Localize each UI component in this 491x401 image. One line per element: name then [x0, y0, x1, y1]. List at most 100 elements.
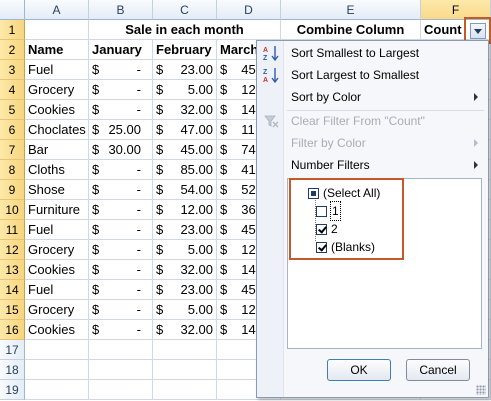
menu-filter-by-color[interactable]: Filter by Color: [257, 132, 488, 154]
list-item-value-1[interactable]: 1: [316, 201, 341, 221]
cell-february-header[interactable]: February: [153, 40, 217, 60]
cell-name[interactable]: Grocery: [25, 240, 89, 260]
cell-name[interactable]: Choclates: [25, 120, 89, 140]
cell-february[interactable]: $32.00: [153, 260, 217, 280]
cell-february[interactable]: $12.00: [153, 200, 217, 220]
cell-empty[interactable]: [89, 380, 153, 400]
row-header-17[interactable]: 17: [0, 340, 25, 360]
column-header-f[interactable]: F: [421, 0, 491, 20]
row-header-9[interactable]: 9: [0, 180, 25, 200]
cell-name[interactable]: Fuel: [25, 280, 89, 300]
cell-january[interactable]: $ -: [89, 260, 153, 280]
cell-name[interactable]: Fuel: [25, 60, 89, 80]
cell-a1[interactable]: [25, 20, 89, 40]
cell-february[interactable]: $32.00: [153, 320, 217, 340]
cell-february[interactable]: $23.00: [153, 280, 217, 300]
cell-january[interactable]: $ -: [89, 320, 153, 340]
row-header-2[interactable]: 2: [0, 40, 25, 60]
column-header-a[interactable]: A: [25, 0, 89, 20]
row-header-10[interactable]: 10: [0, 200, 25, 220]
cell-name[interactable]: Shose: [25, 180, 89, 200]
row-header-3[interactable]: 3: [0, 60, 25, 80]
row-header-1[interactable]: 1: [0, 20, 25, 40]
cell-name[interactable]: Furniture: [25, 200, 89, 220]
row-header-6[interactable]: 6: [0, 120, 25, 140]
cell-empty[interactable]: [153, 380, 217, 400]
cell-february[interactable]: $45.00: [153, 140, 217, 160]
list-item-value-2[interactable]: 2: [316, 220, 338, 238]
cell-empty[interactable]: [89, 340, 153, 360]
row-header-16[interactable]: 16: [0, 320, 25, 340]
cell-january[interactable]: $ -: [89, 100, 153, 120]
cell-empty[interactable]: [25, 340, 89, 360]
cell-january[interactable]: $ -: [89, 240, 153, 260]
list-item-select-all[interactable]: (Select All): [308, 184, 380, 202]
menu-clear-filter[interactable]: Clear Filter From "Count": [257, 110, 488, 132]
cell-january[interactable]: $ -: [89, 300, 153, 320]
resize-grip[interactable]: [476, 385, 486, 395]
cell-february[interactable]: $23.00: [153, 220, 217, 240]
cell-january[interactable]: $ -: [89, 280, 153, 300]
cell-name[interactable]: Cookies: [25, 320, 89, 340]
cell-february[interactable]: $85.00: [153, 160, 217, 180]
cell-january[interactable]: $30.00: [89, 140, 153, 160]
row-header-18[interactable]: 18: [0, 360, 25, 380]
cell-name[interactable]: Cookies: [25, 260, 89, 280]
cell-january[interactable]: $ -: [89, 80, 153, 100]
value-1-checkbox[interactable]: [316, 205, 327, 217]
cell-empty[interactable]: [25, 380, 89, 400]
cell-january-header[interactable]: January: [89, 40, 153, 60]
cell-name[interactable]: Bar: [25, 140, 89, 160]
cell-january[interactable]: $ -: [89, 200, 153, 220]
cell-name[interactable]: Cloths: [25, 160, 89, 180]
cell-january[interactable]: $ -: [89, 60, 153, 80]
cell-february[interactable]: $32.00: [153, 100, 217, 120]
filter-values-list[interactable]: (Select All) 1 2 (Blanks): [287, 178, 482, 349]
cell-february[interactable]: $23.00: [153, 60, 217, 80]
row-header-13[interactable]: 13: [0, 260, 25, 280]
cell-name[interactable]: Cookies: [25, 100, 89, 120]
select-all-checkbox[interactable]: [308, 187, 319, 199]
cell-sale-title[interactable]: Sale in each month: [89, 20, 281, 40]
cell-february[interactable]: $5.00: [153, 240, 217, 260]
column-header-b[interactable]: B: [89, 0, 153, 20]
menu-number-filters[interactable]: Number Filters: [257, 154, 488, 176]
select-all-corner[interactable]: [0, 0, 25, 20]
cell-empty[interactable]: [89, 360, 153, 380]
column-header-e[interactable]: E: [281, 0, 421, 20]
row-header-14[interactable]: 14: [0, 280, 25, 300]
row-header-19[interactable]: 19: [0, 380, 25, 400]
cell-empty[interactable]: [153, 360, 217, 380]
cell-february[interactable]: $5.00: [153, 80, 217, 100]
cell-name[interactable]: Grocery: [25, 300, 89, 320]
cell-name-header[interactable]: Name: [25, 40, 89, 60]
cell-january[interactable]: $ -: [89, 180, 153, 200]
filter-dropdown-button[interactable]: [470, 23, 486, 39]
cell-january[interactable]: $25.00: [89, 120, 153, 140]
row-header-8[interactable]: 8: [0, 160, 25, 180]
cell-name[interactable]: Fuel: [25, 220, 89, 240]
menu-sort-by-color[interactable]: Sort by Color: [257, 86, 488, 108]
cell-february[interactable]: $5.00: [153, 300, 217, 320]
cell-january[interactable]: $ -: [89, 160, 153, 180]
row-header-15[interactable]: 15: [0, 300, 25, 320]
cancel-button[interactable]: Cancel: [406, 359, 470, 381]
row-header-4[interactable]: 4: [0, 80, 25, 100]
menu-sort-ascending[interactable]: A Z Sort Smallest to Largest: [257, 42, 488, 64]
column-header-c[interactable]: C: [153, 0, 217, 20]
row-header-12[interactable]: 12: [0, 240, 25, 260]
cell-combine-column[interactable]: Combine Column: [281, 20, 421, 40]
value-2-checkbox[interactable]: [316, 223, 327, 235]
cell-january[interactable]: $ -: [89, 220, 153, 240]
row-header-5[interactable]: 5: [0, 100, 25, 120]
list-item-blanks[interactable]: (Blanks): [316, 238, 375, 256]
cell-february[interactable]: $47.00: [153, 120, 217, 140]
blanks-checkbox[interactable]: [316, 241, 327, 253]
row-header-11[interactable]: 11: [0, 220, 25, 240]
cell-empty[interactable]: [153, 340, 217, 360]
ok-button[interactable]: OK: [327, 359, 391, 381]
cell-name[interactable]: Grocery: [25, 80, 89, 100]
menu-sort-descending[interactable]: Z A Sort Largest to Smallest: [257, 64, 488, 86]
cell-empty[interactable]: [25, 360, 89, 380]
column-header-d[interactable]: D: [217, 0, 281, 20]
